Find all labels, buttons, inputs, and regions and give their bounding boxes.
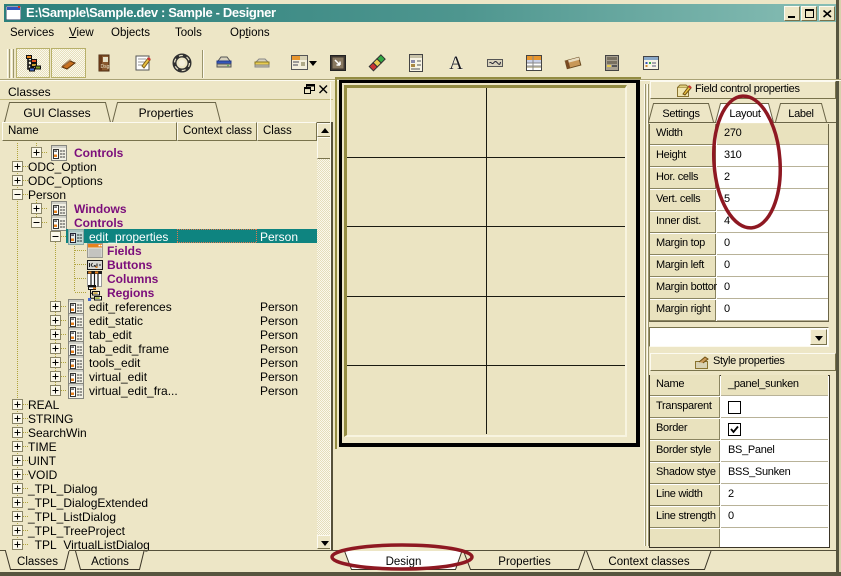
svg-text:A: A — [449, 53, 463, 73]
svg-text:Layout: Layout — [729, 108, 760, 120]
svg-text:Classes: Classes — [17, 556, 58, 568]
svg-text:Dsg: Dsg — [101, 64, 110, 70]
svg-text:Label: Label — [788, 108, 813, 120]
svg-text:Settings: Settings — [662, 108, 700, 120]
svg-text:Context classes: Context classes — [608, 556, 689, 568]
svg-text:GUI Classes: GUI Classes — [23, 106, 90, 120]
svg-text:Properties: Properties — [498, 556, 551, 568]
svg-text:Actions: Actions — [91, 556, 129, 568]
svg-text:Design: Design — [386, 556, 422, 568]
svg-text:Properties: Properties — [139, 106, 194, 120]
